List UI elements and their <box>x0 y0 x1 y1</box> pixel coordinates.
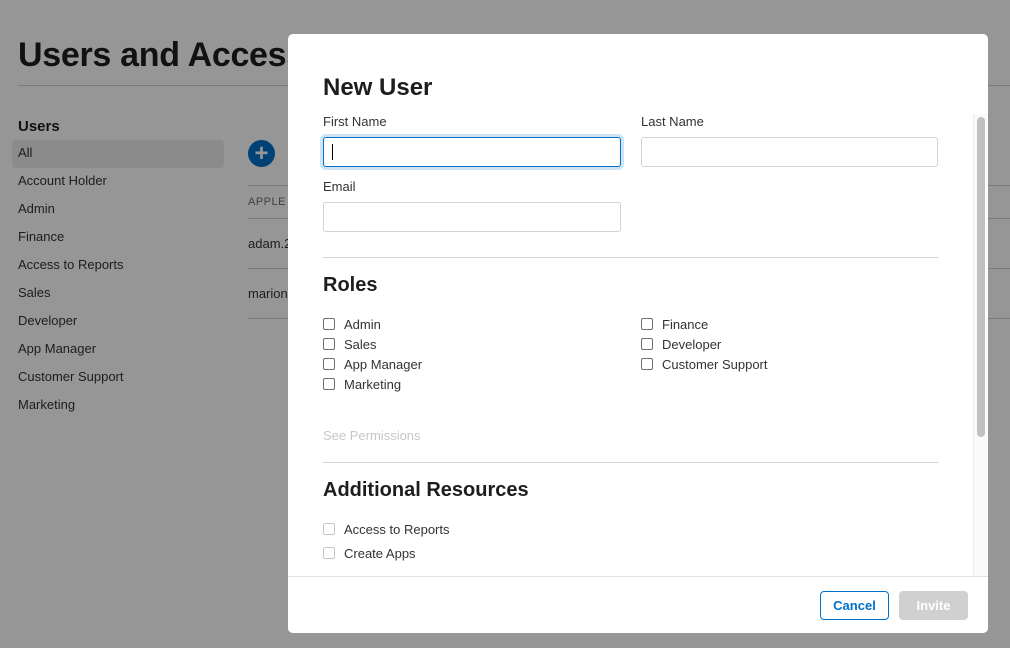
last-name-input[interactable] <box>641 137 938 167</box>
section-divider <box>323 462 938 463</box>
resource-label: Create Apps <box>344 545 416 561</box>
checkbox[interactable] <box>323 358 335 370</box>
first-name-input[interactable] <box>323 137 621 167</box>
invite-button[interactable]: Invite <box>899 591 968 620</box>
role-label: Finance <box>662 316 709 332</box>
checkbox[interactable] <box>323 318 335 330</box>
role-sales[interactable]: Sales <box>323 334 377 354</box>
roles-title: Roles <box>323 274 378 296</box>
role-developer[interactable]: Developer <box>641 334 721 354</box>
role-label: Customer Support <box>662 356 768 372</box>
role-admin[interactable]: Admin <box>323 314 381 334</box>
role-label: Developer <box>662 336 722 352</box>
role-app-manager[interactable]: App Manager <box>323 354 422 374</box>
section-divider <box>323 257 938 258</box>
checkbox[interactable] <box>323 523 335 535</box>
text-cursor <box>332 144 333 160</box>
checkbox[interactable] <box>323 378 335 390</box>
dialog-scroll-area: First Name Last Name Email Roles Admin S… <box>288 114 988 576</box>
checkbox[interactable] <box>323 338 335 350</box>
dialog-title: New User <box>323 74 433 101</box>
first-name-label: First Name <box>323 114 387 129</box>
role-customer-support[interactable]: Customer Support <box>641 354 768 374</box>
checkbox[interactable] <box>641 358 653 370</box>
resource-label: Access to Reports <box>344 521 450 537</box>
resource-create-apps[interactable]: Create Apps <box>323 543 416 563</box>
role-label: Marketing <box>344 376 402 392</box>
role-label: Sales <box>344 336 377 352</box>
checkbox[interactable] <box>641 338 653 350</box>
email-input[interactable] <box>323 202 621 232</box>
role-label: Admin <box>344 316 381 332</box>
last-name-label: Last Name <box>641 114 704 129</box>
role-finance[interactable]: Finance <box>641 314 708 334</box>
resource-access-to-reports[interactable]: Access to Reports <box>323 519 450 539</box>
role-label: App Manager <box>344 356 423 372</box>
dialog-footer: Cancel Invite <box>288 576 988 633</box>
checkbox[interactable] <box>641 318 653 330</box>
additional-resources-title: Additional Resources <box>323 479 529 501</box>
see-permissions-link[interactable]: See Permissions <box>323 428 421 443</box>
cancel-button[interactable]: Cancel <box>820 591 889 620</box>
scrollbar[interactable] <box>973 114 987 576</box>
email-label: Email <box>323 179 356 194</box>
scrollbar-thumb[interactable] <box>977 117 985 437</box>
role-marketing[interactable]: Marketing <box>323 374 401 394</box>
checkbox[interactable] <box>323 547 335 559</box>
new-user-dialog: New User First Name Last Name Email Role… <box>288 34 988 633</box>
